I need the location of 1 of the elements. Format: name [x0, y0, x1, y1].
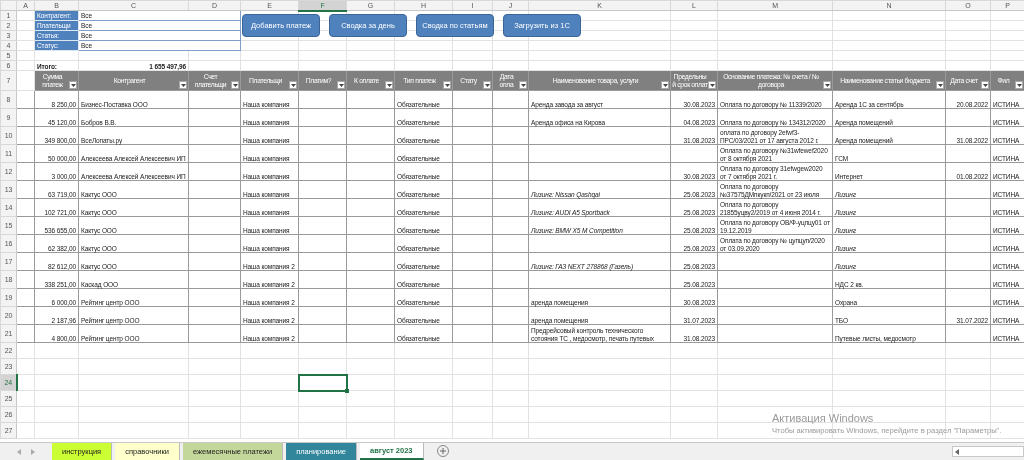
- activation-title: Активация Windows: [772, 412, 875, 424]
